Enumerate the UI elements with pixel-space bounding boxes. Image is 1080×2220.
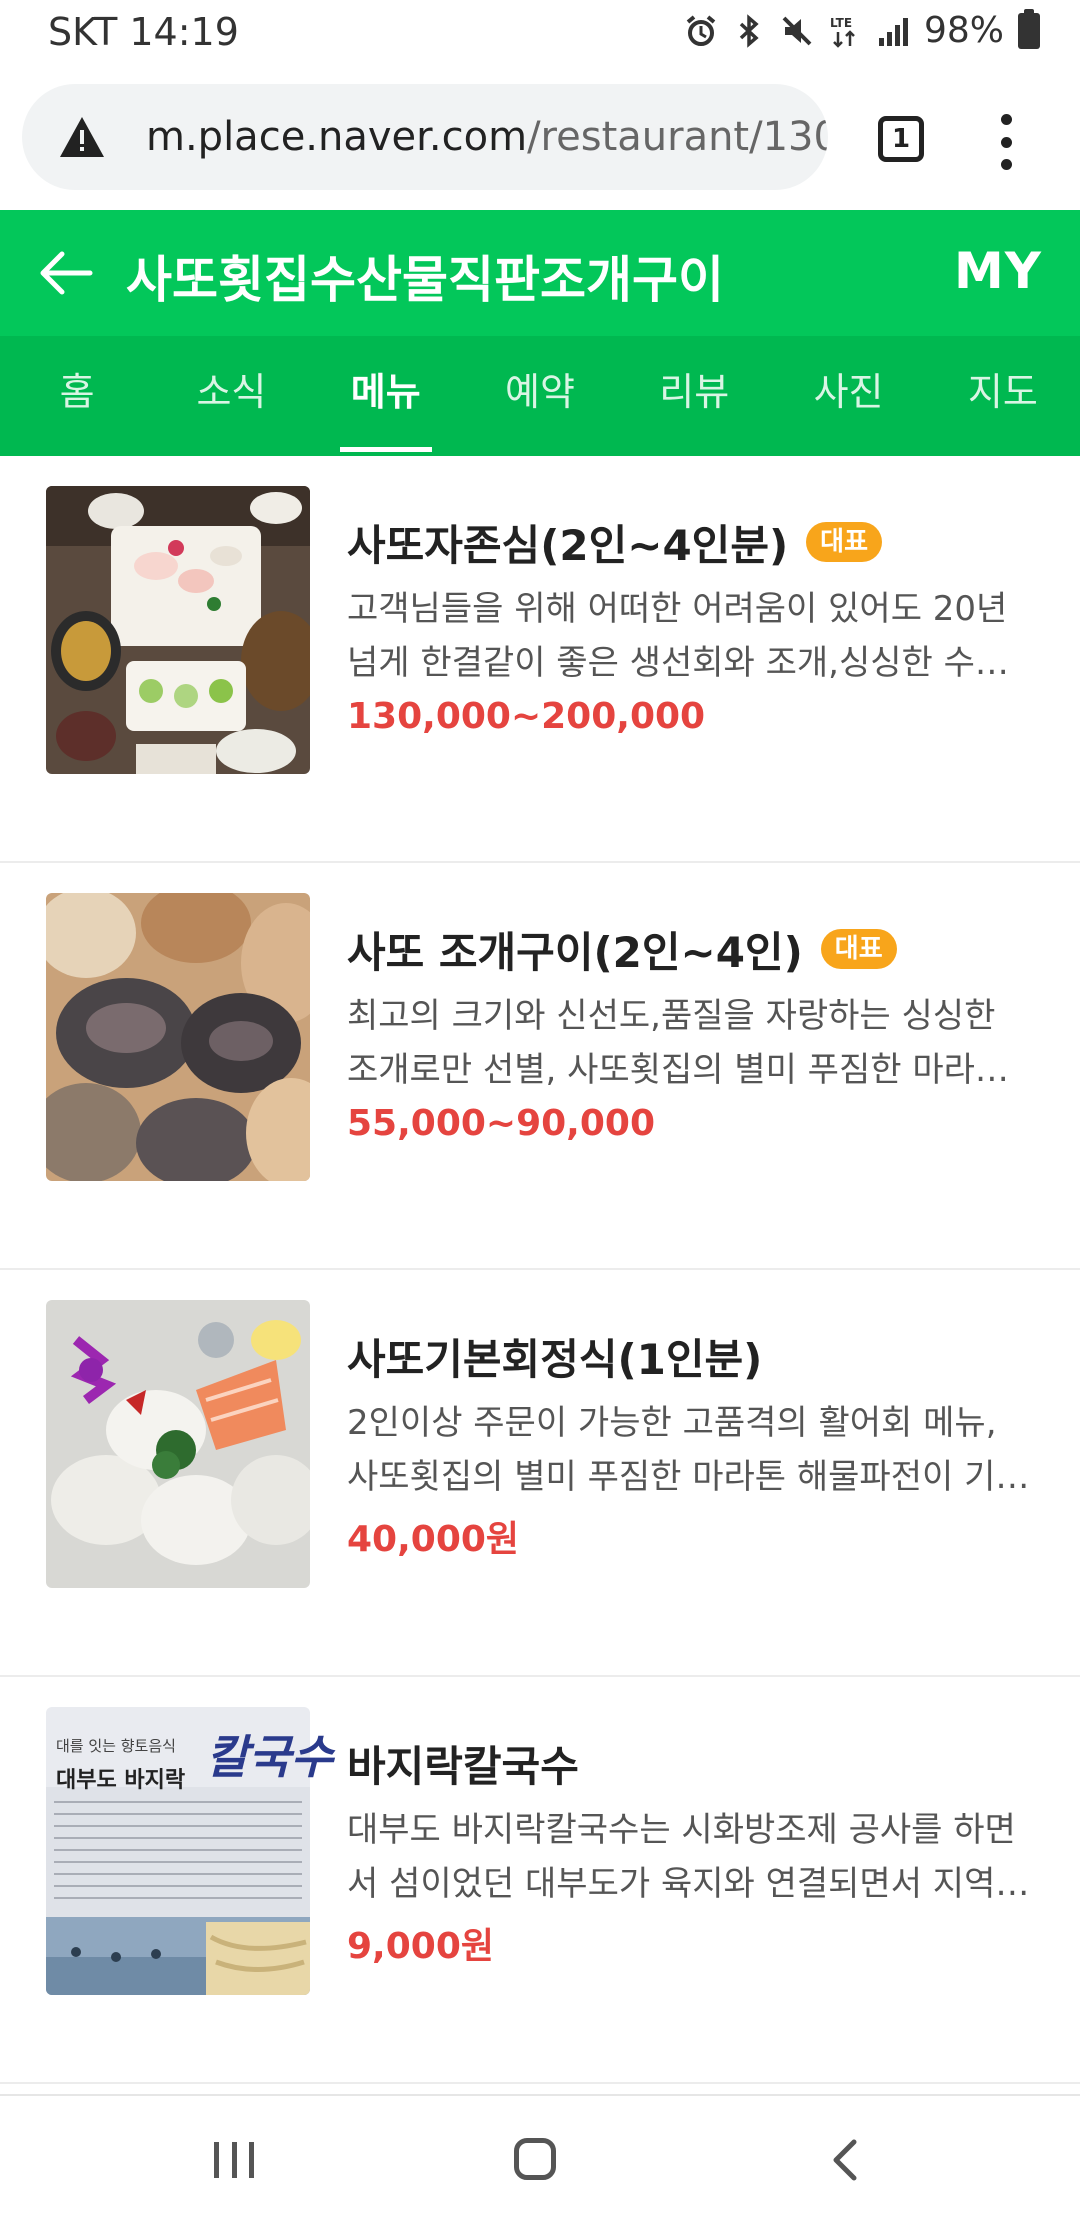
page-title: 사또횟집수산물직판조개구이: [126, 251, 724, 309]
url-path: /restaurant/1307: [527, 114, 828, 160]
browser-toolbar: m.place.naver.com/restaurant/1307 1: [0, 64, 1080, 210]
menu-item-info: 사또 조개구이(2인~4인) 대표 최고의 크기와 신선도,품질을 자랑하는 싱…: [347, 919, 1037, 1145]
signature-badge: 대표: [806, 522, 882, 562]
more-options-icon[interactable]: [996, 114, 1016, 170]
back-icon[interactable]: [826, 2138, 866, 2182]
battery-icon: [1018, 8, 1040, 49]
menu-item-header: 바지락칼국수: [347, 1733, 1037, 1793]
tab-review[interactable]: 리뷰: [617, 336, 771, 456]
menu-item-description: 대부도 바지락칼국수는 시화방조제 공사를 하면서 섬이었던 대부도가 육지와 …: [347, 1810, 1016, 1904]
alarm-icon: [686, 14, 716, 46]
battery-percent: 98%: [923, 10, 1004, 51]
back-arrow-icon[interactable]: [36, 244, 94, 302]
tab-photo[interactable]: 사진: [771, 336, 925, 456]
menu-photo[interactable]: [46, 486, 310, 774]
lte-icon: LTE: [830, 16, 855, 48]
home-icon[interactable]: [514, 2138, 556, 2180]
menu-item-description: 고객님들을 위해 어떠한 어려움이 있어도 20년 넘게 한결같이 좋은 생선회…: [347, 589, 1008, 683]
mute-icon: [782, 16, 812, 45]
signature-badge: 대표: [820, 929, 897, 969]
warning-icon[interactable]: [58, 115, 106, 159]
menu-item-name: 사또자존심(2인~4인분): [347, 520, 789, 570]
menu-item-name: 사또기본회정식(1인분): [347, 1334, 763, 1384]
menu-item-price: 40,000원: [347, 1519, 520, 1560]
recents-icon[interactable]: [214, 2142, 254, 2178]
menu-item-price: 9,000원: [347, 1926, 494, 1967]
tab-home[interactable]: 홈: [0, 336, 154, 456]
tab-switcher-button[interactable]: 1: [878, 116, 924, 162]
menu-item-name: 사또 조개구이(2인~4인): [347, 927, 803, 977]
system-nav-bar: [0, 2094, 1080, 2220]
menu-item-description: 2인이상 주문이 가능한 고품격의 활어회 메뉴, 사또횟집의 별미 푸짐한 마…: [347, 1403, 1027, 1497]
list-item[interactable]: 사또자존심(2인~4인분) 대표 고객님들을 위해 어떠한 어려움이 있어도 2…: [0, 456, 1080, 863]
svg-text:LTE: LTE: [830, 16, 852, 30]
menu-photo[interactable]: [46, 1300, 310, 1588]
tab-reservation[interactable]: 예약: [463, 336, 617, 456]
list-item[interactable]: 사또기본회정식(1인분) 2인이상 주문이 가능한 고품격의 활어회 메뉴, 사…: [0, 1270, 1080, 1677]
menu-item-header: 사또 조개구이(2인~4인) 대표: [347, 919, 1037, 979]
menu-item-price: 55,000~90,000: [347, 1103, 656, 1144]
my-button[interactable]: MY: [954, 242, 1042, 300]
menu-item-header: 사또기본회정식(1인분): [347, 1326, 1037, 1386]
menu-item-description: 최고의 크기와 신선도,품질을 자랑하는 싱싱한 조개로만 선별, 사또횟집의 …: [347, 996, 1007, 1090]
signal-icon: [878, 17, 908, 46]
menu-list: 사또자존심(2인~4인분) 대표 고객님들을 위해 어떠한 어려움이 있어도 2…: [0, 456, 1080, 2084]
tab-menu[interactable]: 메뉴: [309, 336, 463, 456]
section-tabs: 홈 소식 메뉴 예약 리뷰 사진 지도: [0, 336, 1080, 456]
menu-photo[interactable]: [46, 893, 310, 1181]
menu-item-info: 바지락칼국수 대부도 바지락칼국수는 시화방조제 공사를 하면서 섬이었던 대부…: [347, 1733, 1037, 1969]
menu-item-price: 130,000~200,000: [347, 696, 706, 737]
thumb-calligraphy: 칼국수: [206, 1730, 333, 1784]
status-bar: SKT 14:19 LTE 98%: [0, 0, 1080, 64]
tab-news[interactable]: 소식: [154, 336, 308, 456]
status-icons: LTE 98%: [684, 8, 1040, 51]
menu-item-info: 사또기본회정식(1인분) 2인이상 주문이 가능한 고품격의 활어회 메뉴, 사…: [347, 1326, 1037, 1562]
url-host: m.place.naver.com: [146, 114, 528, 160]
tab-map[interactable]: 지도: [926, 336, 1080, 456]
list-item[interactable]: 사또 조개구이(2인~4인) 대표 최고의 크기와 신선도,품질을 자랑하는 싱…: [0, 863, 1080, 1270]
menu-item-header: 사또자존심(2인~4인분) 대표: [347, 512, 1037, 572]
address-bar[interactable]: m.place.naver.com/restaurant/1307: [22, 84, 828, 190]
place-header: 사또횟집수산물직판조개구이 MY: [0, 210, 1080, 336]
url-text[interactable]: m.place.naver.com/restaurant/1307: [146, 114, 828, 160]
menu-item-name: 바지락칼국수: [347, 1741, 579, 1791]
menu-item-info: 사또자존심(2인~4인분) 대표 고객님들을 위해 어떠한 어려움이 있어도 2…: [347, 512, 1037, 738]
list-item[interactable]: 대를 잇는 향토음식 대부도 바지락 칼국수 바지락칼국수 대부도 바지락칼국수…: [0, 1677, 1080, 2084]
bluetooth-icon: [739, 13, 759, 48]
carrier-time: SKT 14:19: [48, 10, 239, 54]
